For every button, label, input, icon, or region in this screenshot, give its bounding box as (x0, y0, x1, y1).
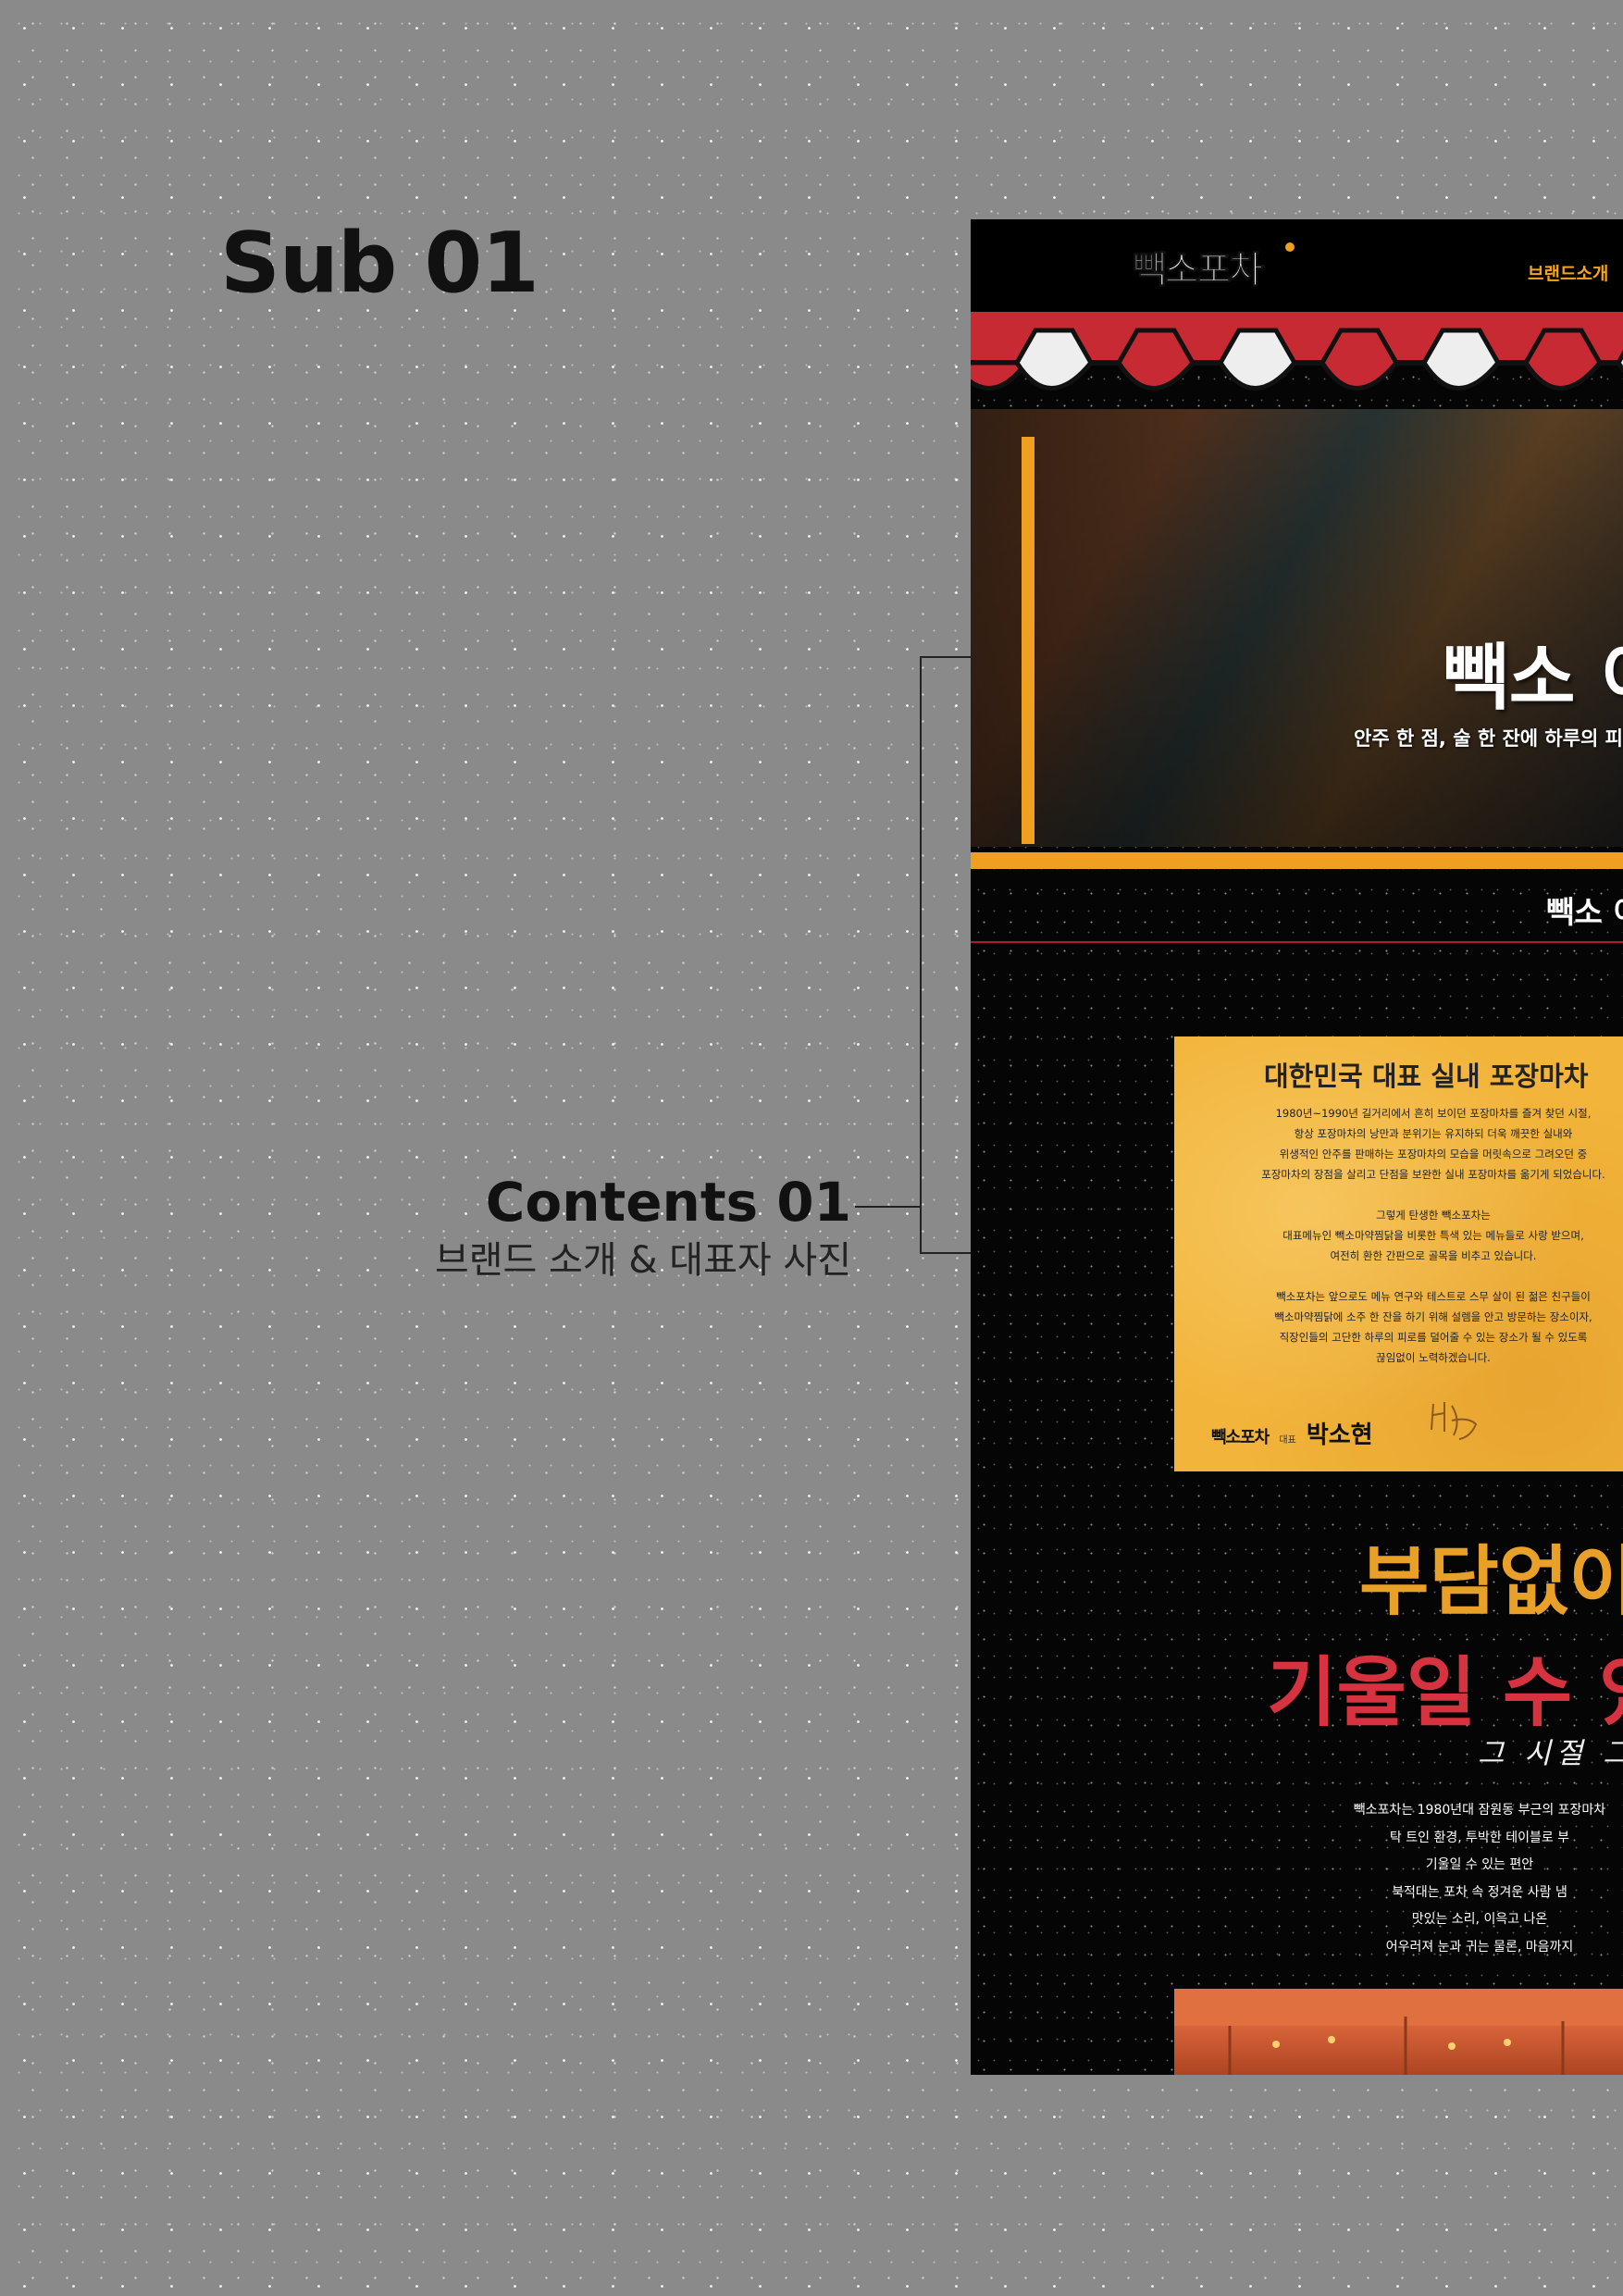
letter-paragraph: 그렇게 탄생한 빽소포차는 대표메뉴인 빽소마약찜닭을 비롯한 특색 있는 메뉴… (1174, 1205, 1623, 1266)
description-line: 어우러져 눈과 귀는 물론, 마음까지 (1385, 1939, 1574, 1955)
description-line: 기울일 수 있는 편안 (1425, 1857, 1534, 1872)
hero-title: 빽소 이 (1443, 637, 1623, 720)
letter-paragraph: 빽소포차는 앞으로도 메뉴 연구와 테스트로 스무 살이 된 젊은 친구들이 빽… (1174, 1286, 1623, 1368)
letter-line: 항상 포장마차의 낭만과 분위기는 유지하되 더욱 깨끗한 실내와 (1294, 1127, 1573, 1140)
letter-line: 위생적인 안주를 판매하는 포장마차의 모습을 머릿속으로 그려오던 중 (1279, 1148, 1588, 1160)
letter-line: 직장인들의 고단한 하루의 피로를 덜어줄 수 있는 장소가 될 수 있도록 (1279, 1331, 1588, 1344)
letter-line: 빽소포차는 앞으로도 메뉴 연구와 테스트로 스무 살이 된 젊은 친구들이 (1276, 1290, 1591, 1303)
hero-bottom-bar (971, 852, 1623, 869)
interior-photo-graphic (1174, 1989, 1623, 2075)
handwritten-signature (1431, 1402, 1478, 1440)
site-logo[interactable]: 빽소포차 (1132, 240, 1263, 293)
letter-signature-block: 빽소포차 대표 박소현 (1211, 1416, 1373, 1450)
letter-line: 그렇게 탄생한 빽소포차는 (1376, 1209, 1491, 1222)
website-mockup: 빽소포차 브랜드소개 빽소 이 안주 한 점, 술 한 잔에 하루의 피로 빽소… (971, 219, 1623, 2075)
nav-item-brand[interactable]: 브랜드소개 (1528, 260, 1608, 285)
letter-title: 대한민국 대표 실내 포장마차 (1264, 1061, 1589, 1092)
contents-subtitle: 브랜드 소개 & 대표자 사진 (434, 1238, 851, 1282)
letter-line: 빽소마약찜닭에 소주 한 잔을 하기 위해 설렘을 안고 방문하는 장소이자, (1274, 1310, 1592, 1323)
signature-role: 대표 (1279, 1435, 1296, 1446)
hero-pole (1022, 437, 1035, 844)
contents-title: Contents 01 (485, 1171, 851, 1234)
script-tagline: 그 시절 그 이 (1478, 1737, 1623, 1770)
signature-name: 박소현 (1306, 1421, 1373, 1449)
description-paragraph: 빽소포차는 1980년대 잠원동 부근의 포장마차 탁 트인 환경, 투박한 테… (971, 1797, 1623, 1961)
ceo-letter-card: 대한민국 대표 실내 포장마차 1980년~1990년 길거리에서 흔히 보이던… (1174, 1036, 1623, 1471)
contents-label: Contents 01 브랜드 소개 & 대표자 사진 (435, 1173, 851, 1285)
letter-paragraph: 1980년~1990년 길거리에서 흔히 보이던 포장마차를 즐겨 찾던 시절,… (1174, 1103, 1623, 1185)
signature-logo: 빽소포차 (1211, 1428, 1270, 1447)
letter-body: 1980년~1990년 길거리에서 흔히 보이던 포장마차를 즐겨 찾던 시절,… (1174, 1103, 1623, 1388)
logo-dot (1285, 242, 1295, 252)
letter-line: 여전히 환한 간판으로 골목을 비추고 있습니다. (1330, 1249, 1537, 1262)
description-line: 빽소포차는 1980년대 잠원동 부근의 포장마차 (1353, 1803, 1606, 1818)
section-title: 빽소 이 (1546, 894, 1623, 930)
section-divider (971, 941, 1623, 943)
letter-line: 끊임없이 노력하겠습니다. (1376, 1351, 1491, 1364)
hero-subtitle: 안주 한 점, 술 한 잔에 하루의 피로 (1354, 727, 1623, 750)
letter-line: 1980년~1990년 길거리에서 흔히 보이던 포장마차를 즐겨 찾던 시절, (1275, 1107, 1592, 1120)
letter-line: 대표메뉴인 빽소마약찜닭을 비롯한 특색 있는 메뉴들로 사랑 받으며, (1282, 1229, 1584, 1242)
headline-line-1: 부담없이 (1359, 1538, 1623, 1626)
awning-graphic (971, 312, 1623, 391)
description-line: 탁 트인 환경, 투박한 테이블로 부 (1389, 1830, 1570, 1845)
site-header: 빽소포차 브랜드소개 (971, 219, 1623, 312)
bracket-connector (920, 656, 972, 1254)
description-line: 맛있는 소리, 이윽고 나온 (1411, 1912, 1548, 1927)
board-title: Sub 01 (220, 215, 539, 312)
hero-banner: 빽소 이 안주 한 점, 술 한 잔에 하루의 피로 (971, 409, 1623, 847)
interior-photo (1174, 1989, 1623, 2075)
description-line: 북적대는 포차 속 정겨운 사람 냄 (1392, 1884, 1567, 1900)
headline-line-2: 기울일 수 있 (1267, 1649, 1623, 1737)
bracket-tick (855, 1206, 922, 1208)
letter-line: 포장마차의 장점을 살리고 단점을 보완한 실내 포장마차를 옮기게 되었습니다… (1261, 1168, 1605, 1181)
